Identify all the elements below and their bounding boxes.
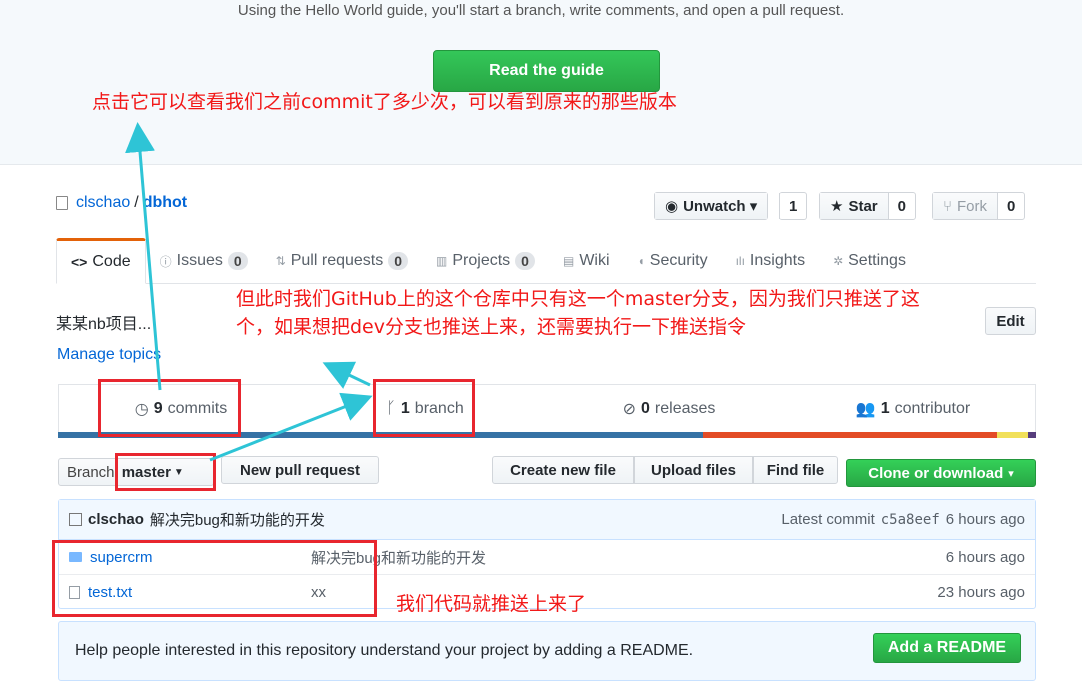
arrow-to-commits-note [125, 122, 162, 391]
files-annotation: 我们代码就推送上来了 [396, 593, 587, 615]
arrow-to-branch-count [209, 392, 373, 462]
branch-annotation-line1: 但此时我们GitHub上的这个仓库中只有这一个master分支，因为我们只推送了… [236, 288, 920, 310]
commits-annotation: 点击它可以查看我们之前commit了多少次，可以看到原来的那些版本 [92, 91, 677, 113]
github-repo-page: Using the Hello World guide, you'll star… [0, 0, 1082, 694]
arrow-to-branch-note [322, 361, 371, 389]
branch-annotation-line2: 个，如果想把dev分支也推送上来，还需要执行一下推送指令 [236, 316, 746, 338]
